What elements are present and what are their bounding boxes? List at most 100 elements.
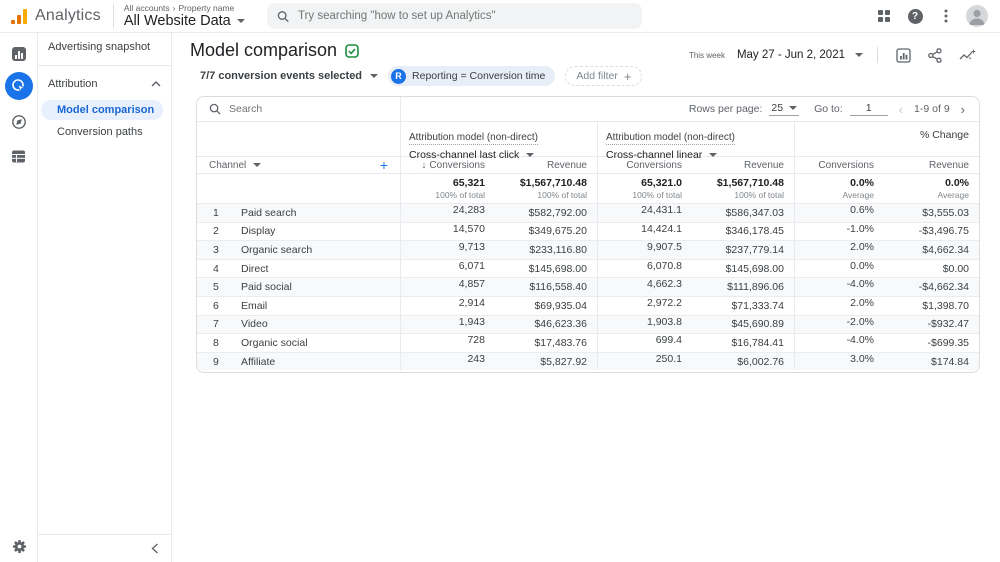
goto-page-input[interactable]: 1 — [850, 102, 888, 116]
channel-name: Paid search — [241, 207, 400, 219]
row-number: 2 — [197, 225, 241, 237]
table-row[interactable]: 9 Affiliate 243 $5,827.92 250.1 $6,002.7… — [197, 352, 979, 371]
m2-conversions-value: 4,662.3 — [597, 278, 692, 296]
user-avatar[interactable] — [966, 5, 988, 27]
total-m1-conversions: 65,321 — [453, 177, 485, 189]
m1-revenue-value: $69,935.04 — [495, 300, 597, 312]
m1-revenue-value: $5,827.92 — [495, 356, 597, 368]
global-search[interactable] — [267, 3, 642, 29]
insights-icon[interactable] — [956, 44, 978, 66]
m1-conversions-value: 2,914 — [400, 297, 495, 315]
total-m2-conversions: 65,321.0 — [641, 177, 682, 189]
reporting-badge: R — [391, 69, 406, 84]
m1-revenue-value: $233,116.80 — [495, 244, 597, 256]
reports-icon[interactable] — [12, 47, 26, 61]
add-filter-button[interactable]: Add filter + — [565, 66, 642, 86]
search-icon — [209, 103, 221, 115]
model-2-group-title[interactable]: Attribution model (non-direct) — [606, 132, 735, 145]
pc-revenue-header[interactable]: Revenue — [884, 160, 979, 171]
brand-name: Analytics — [35, 7, 101, 25]
advertising-icon[interactable] — [5, 72, 33, 100]
reporting-filter-chip[interactable]: R Reporting = Conversion time — [388, 66, 555, 86]
model-1-group-title[interactable]: Attribution model (non-direct) — [409, 132, 538, 145]
pc-conversions-value: 0.0% — [794, 260, 884, 278]
m1-conversions-header[interactable]: ↓Conversions — [400, 157, 495, 173]
help-icon[interactable]: ? — [904, 5, 926, 27]
rows-per-page-select[interactable]: 25 — [769, 102, 799, 116]
pc-revenue-value: -$3,496.75 — [884, 225, 979, 237]
table-row[interactable]: 5 Paid social 4,857 $116,558.40 4,662.3 … — [197, 277, 979, 296]
nav-advertising-snapshot[interactable]: Advertising snapshot — [38, 33, 171, 61]
m1-conversions-value: 9,713 — [400, 241, 495, 259]
nav-item-model-comparison[interactable]: Model comparison — [41, 100, 163, 120]
m1-revenue-header[interactable]: Revenue — [495, 160, 597, 171]
table-row[interactable]: 8 Organic social 728 $17,483.76 699.4 $1… — [197, 333, 979, 352]
m2-conversions-value: 699.4 — [597, 334, 692, 352]
channel-name: Paid social — [241, 281, 400, 293]
saved-comparisons-icon[interactable] — [892, 44, 914, 66]
caret-down-icon — [789, 106, 797, 110]
channel-name: Display — [241, 225, 400, 237]
property-selector[interactable]: All Website Data — [124, 13, 245, 29]
total-m1-revenue: $1,567,710.48 — [520, 177, 587, 189]
total-pc-conversions: 0.0% — [850, 177, 874, 189]
top-app-bar: Analytics All accounts › Property name A… — [0, 0, 1000, 33]
apps-grid-icon[interactable] — [873, 5, 895, 27]
date-range[interactable]: May 27 - Jun 2, 2021 — [737, 49, 845, 61]
pc-conversions-value: 0.6% — [794, 204, 884, 222]
collapse-nav-button[interactable] — [38, 534, 171, 562]
total-pc-revenue: 0.0% — [945, 177, 969, 189]
previous-page-icon[interactable]: ‹ — [895, 102, 907, 117]
m1-revenue-value: $349,675.20 — [495, 225, 597, 237]
channel-name: Organic social — [241, 337, 400, 349]
rows-per-page-value: 25 — [771, 102, 783, 114]
conversion-events-dropdown[interactable]: 7/7 conversion events selected — [200, 70, 378, 82]
more-vertical-icon[interactable] — [935, 5, 957, 27]
table-search[interactable] — [197, 97, 400, 121]
row-number: 9 — [197, 356, 241, 368]
share-icon[interactable] — [924, 44, 946, 66]
m2-revenue-value: $111,896.06 — [692, 281, 794, 293]
m1-conversions-value: 24,283 — [400, 204, 495, 222]
row-number: 5 — [197, 281, 241, 293]
pc-revenue-value: $174.84 — [884, 356, 979, 368]
breadcrumb-account[interactable]: All accounts — [124, 3, 170, 13]
m2-conversions-value: 2,972.2 — [597, 297, 692, 315]
search-icon — [277, 10, 289, 23]
table-row[interactable]: 4 Direct 6,071 $145,698.00 6,070.8 $145,… — [197, 259, 979, 278]
table-row[interactable]: 3 Organic search 9,713 $233,116.80 9,907… — [197, 240, 979, 259]
channel-column-header[interactable]: Channel + — [197, 157, 400, 173]
plus-icon: + — [624, 69, 632, 84]
table-row[interactable]: 6 Email 2,914 $69,935.04 2,972.2 $71,333… — [197, 296, 979, 315]
m1-conversions-value: 6,071 — [400, 260, 495, 278]
data-quality-check-icon[interactable] — [345, 44, 359, 58]
m2-conversions-value: 250.1 — [597, 353, 692, 371]
table-search-input[interactable] — [229, 103, 349, 115]
admin-gear-icon[interactable] — [0, 539, 38, 554]
property-name[interactable]: All Website Data — [124, 13, 231, 29]
table-row[interactable]: 2 Display 14,570 $349,675.20 14,424.1 $3… — [197, 222, 979, 241]
configure-icon[interactable] — [11, 149, 26, 169]
date-preset-label: This week — [689, 51, 725, 60]
breadcrumb[interactable]: All accounts › Property name — [124, 3, 245, 13]
m2-conversions-header[interactable]: Conversions — [597, 157, 692, 173]
chevron-left-icon — [151, 543, 159, 554]
pc-revenue-value: $4,662.34 — [884, 244, 979, 256]
table-row[interactable]: 1 Paid search 24,283 $582,792.00 24,431.… — [197, 203, 979, 222]
nav-section-attribution[interactable]: Attribution — [38, 70, 171, 98]
add-dimension-icon[interactable]: + — [380, 157, 388, 173]
explore-icon[interactable] — [11, 114, 27, 135]
divider — [877, 47, 878, 63]
nav-item-conversion-paths[interactable]: Conversion paths — [41, 122, 163, 142]
next-page-icon[interactable]: › — [957, 102, 969, 117]
m2-revenue-value: $237,779.14 — [692, 244, 794, 256]
m1-conversions-value: 1,943 — [400, 316, 495, 334]
m2-revenue-value: $71,333.74 — [692, 300, 794, 312]
pc-conversions-header[interactable]: Conversions — [794, 157, 884, 173]
global-search-input[interactable] — [298, 10, 632, 22]
breadcrumb-property[interactable]: Property name — [179, 3, 235, 13]
table-row[interactable]: 7 Video 1,943 $46,623.36 1,903.8 $45,690… — [197, 315, 979, 334]
m2-revenue-value: $6,002.76 — [692, 356, 794, 368]
conversion-events-label: 7/7 conversion events selected — [200, 70, 362, 82]
m2-revenue-header[interactable]: Revenue — [692, 160, 794, 171]
